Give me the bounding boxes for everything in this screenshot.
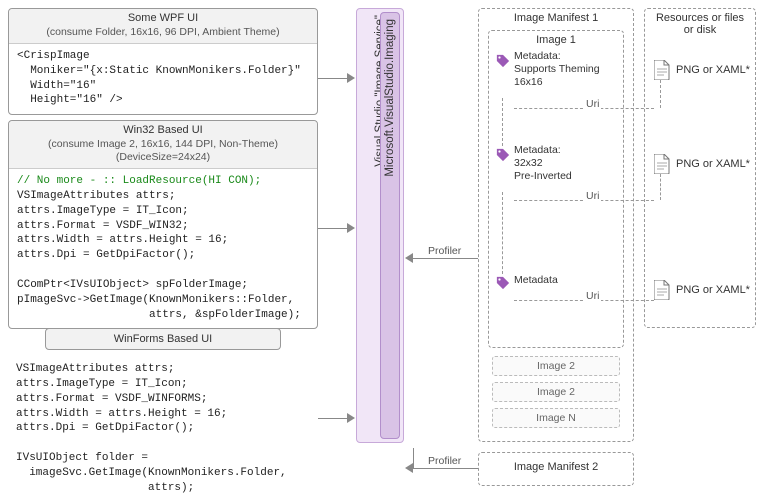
file-row-3: PNG or XAML* xyxy=(654,280,750,300)
image-slot-a: Image 2 xyxy=(492,356,620,376)
wpf-ui-code: <CrispImage Moniker="{x:Static KnownMoni… xyxy=(9,44,317,114)
win32-ui-sub2: (DeviceSize=24x24) xyxy=(13,151,313,164)
meta-connector-1 xyxy=(502,98,503,146)
manifest2-title: Image Manifest 2 xyxy=(479,453,633,475)
win32-ui-title: Win32 Based UI xyxy=(13,124,313,138)
win32-code-body: VSImageAttributes attrs; attrs.ImageType… xyxy=(17,190,301,321)
arrow-wpf-head xyxy=(347,73,355,83)
uri3-label: Uri xyxy=(584,290,601,302)
meta2: Metadata: 32x32 Pre-Inverted xyxy=(514,144,572,183)
file-row-2: PNG or XAML* xyxy=(654,154,750,174)
wpf-ui-sub: (consume Folder, 16x16, 96 DPI, Ambient … xyxy=(13,26,313,39)
manifest2-box: Image Manifest 2 xyxy=(478,452,634,486)
arrow-winforms-line xyxy=(318,418,348,419)
win32-ui-code: // No more - :: LoadResource(HI CON); VS… xyxy=(9,169,317,328)
win32-ui-sub: (consume Image 2, 16x16, 144 DPI, Non-Th… xyxy=(13,138,313,151)
file-label-2: PNG or XAML* xyxy=(676,158,750,170)
image-slot-b: Image 2 xyxy=(492,382,620,402)
winforms-code: VSImageAttributes attrs; attrs.ImageType… xyxy=(8,354,318,502)
file-label-1: PNG or XAML* xyxy=(676,64,750,76)
uri1-label: Uri xyxy=(584,98,601,110)
uri2-label: Uri xyxy=(584,190,601,202)
profiler1-line xyxy=(413,258,478,259)
tag-icon xyxy=(496,276,510,290)
meta-connector-2 xyxy=(502,192,503,274)
file-icon xyxy=(654,280,670,300)
win32-ui-header: Win32 Based UI (consume Image 2, 16x16, … xyxy=(9,121,317,169)
image1-title: Image 1 xyxy=(489,31,623,48)
wpf-ui-header: Some WPF UI (consume Folder, 16x16, 96 D… xyxy=(9,9,317,44)
winforms-ui-title: WinForms Based UI xyxy=(46,329,280,349)
tag-icon xyxy=(496,54,510,68)
profiler1-head xyxy=(405,253,413,263)
arrow-wpf-line xyxy=(318,78,348,79)
winforms-ui-box: WinForms Based UI xyxy=(45,328,281,350)
wpf-ui-box: Some WPF UI (consume Folder, 16x16, 96 D… xyxy=(8,8,318,115)
resources-title: Resources or files or disk xyxy=(645,9,755,38)
meta3: Metadata xyxy=(514,274,558,287)
uri1-drop xyxy=(660,80,661,108)
arrow-winforms-head xyxy=(347,413,355,423)
uri2-drop xyxy=(660,174,661,200)
profiler2-line-v xyxy=(413,448,414,468)
arrow-win32-head xyxy=(347,223,355,233)
file-icon xyxy=(654,154,670,174)
wpf-ui-title: Some WPF UI xyxy=(13,12,313,26)
image-slot-c: Image N xyxy=(492,408,620,428)
meta1: Metadata: Supports Theming 16x16 xyxy=(514,50,600,89)
file-row-1: PNG or XAML* xyxy=(654,60,750,80)
profiler2-head xyxy=(405,463,413,473)
win32-ui-box: Win32 Based UI (consume Image 2, 16x16, … xyxy=(8,120,318,329)
profiler2-line-h xyxy=(413,468,478,469)
arrow-win32-line xyxy=(318,228,348,229)
profiler2-label: Profiler xyxy=(426,455,463,467)
manifest1-title: Image Manifest 1 xyxy=(479,9,633,26)
winforms-code-box: VSImageAttributes attrs; attrs.ImageType… xyxy=(8,354,318,502)
file-icon xyxy=(654,60,670,80)
service-inner: Microsoft.VisualStudio.Imaging xyxy=(380,12,400,439)
win32-comment: // No more - :: LoadResource(HI CON); xyxy=(17,175,261,187)
tag-icon xyxy=(496,148,510,162)
service-inner-label: Microsoft.VisualStudio.Imaging xyxy=(382,13,398,183)
profiler1-label: Profiler xyxy=(426,245,463,257)
file-label-3: PNG or XAML* xyxy=(676,284,750,296)
